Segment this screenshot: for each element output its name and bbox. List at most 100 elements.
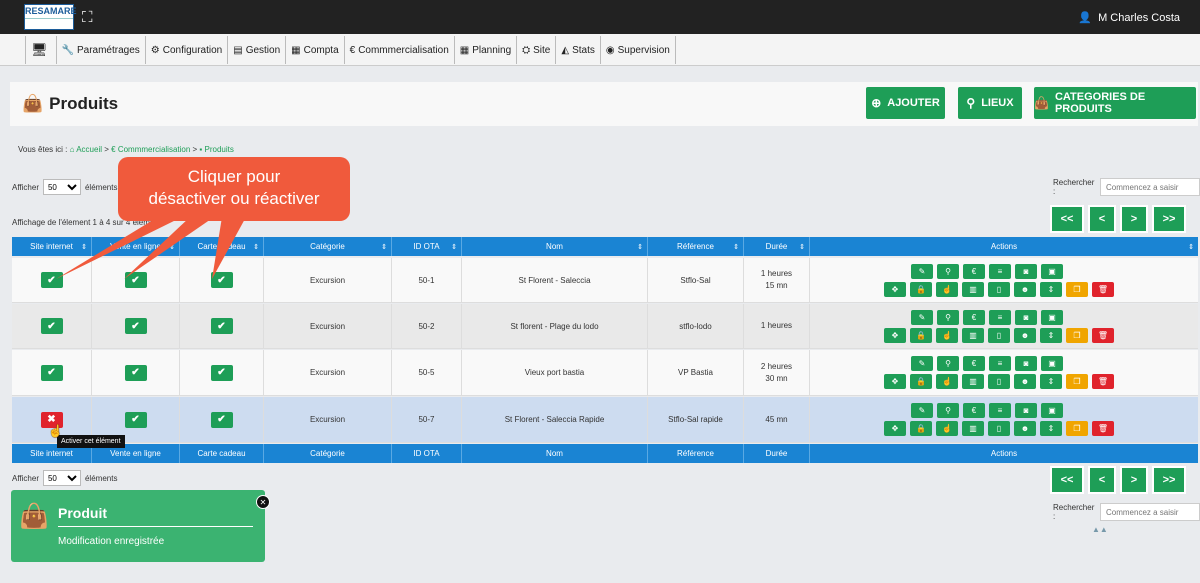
map-marker-button[interactable]: ⚲ [937, 309, 959, 325]
file-button[interactable]: ▯ [988, 281, 1010, 297]
vente-en-ligne-toggle[interactable]: ✔ [124, 318, 147, 334]
edit-button[interactable]: ✎ [911, 309, 933, 325]
vente-en-ligne-toggle[interactable]: ✔ [124, 411, 147, 428]
search-input[interactable] [1100, 503, 1200, 521]
hand-button[interactable]: ☝ [936, 374, 958, 389]
breadcrumb-section[interactable]: Commmercialisation [118, 145, 190, 154]
col-site[interactable]: Site internet ⇕ [12, 237, 92, 256]
lock-button[interactable]: 🔒 [910, 281, 932, 297]
copy-button[interactable]: ❐ [1066, 374, 1088, 389]
edit-button[interactable]: ✎ [911, 356, 933, 371]
users-button[interactable]: ☻ [1014, 327, 1036, 343]
menu-item-planning[interactable]: ▦ Planning [453, 36, 516, 64]
col-id[interactable]: ID OTA ⇕ [392, 237, 462, 256]
copy-button[interactable]: ❐ [1066, 421, 1088, 436]
first-page-button[interactable]: << [1050, 466, 1084, 494]
users-button[interactable]: ☻ [1014, 421, 1036, 436]
app-logo[interactable]: RESAMARE [24, 4, 77, 30]
euro-button[interactable]: € [963, 356, 985, 371]
euro-button[interactable]: € [963, 263, 985, 279]
sort-button[interactable]: ⇕ [1040, 421, 1062, 436]
close-icon[interactable]: ✕ [256, 495, 270, 509]
prev-page-button[interactable]: < [1088, 205, 1116, 233]
list-button[interactable]: ≡ [989, 356, 1011, 371]
site-internet-toggle[interactable]: ✔ [40, 272, 63, 288]
next-page-button[interactable]: > [1120, 205, 1148, 233]
move-button[interactable]: ✥ [884, 281, 906, 297]
search-input[interactable] [1100, 178, 1200, 196]
image-button[interactable]: ▣ [1041, 263, 1063, 279]
image-button[interactable]: ▣ [1041, 309, 1063, 325]
menu-item-supervision[interactable]: ◉ Supervision [599, 36, 676, 64]
menu-item-site[interactable]: ⛭ Site [516, 36, 555, 64]
image-button[interactable]: ▣ [1041, 403, 1063, 418]
col-nom[interactable]: Nom ⇕ [462, 237, 648, 256]
sort-button[interactable]: ⇕ [1040, 327, 1062, 343]
map-marker-button[interactable]: ⚲ [937, 263, 959, 279]
next-page-button[interactable]: > [1120, 466, 1148, 494]
users-button[interactable]: ☻ [1014, 281, 1036, 297]
move-button[interactable]: ✥ [884, 421, 906, 436]
menu-item-commercialisation[interactable]: € Commmercialisation [343, 36, 454, 64]
file-button[interactable]: ▯ [988, 421, 1010, 436]
first-page-button[interactable]: << [1050, 205, 1084, 233]
vente-en-ligne-toggle[interactable]: ✔ [124, 272, 147, 288]
trash-button[interactable]: 🗑 [1092, 281, 1114, 297]
col-duree[interactable]: Durée ⇕ [744, 237, 810, 256]
copy-button[interactable]: ❐ [1066, 327, 1088, 343]
edit-button[interactable]: ✎ [911, 403, 933, 418]
list-button[interactable]: ≡ [989, 263, 1011, 279]
lock-button[interactable]: 🔒 [910, 327, 932, 343]
last-page-button[interactable]: >> [1152, 205, 1186, 233]
camera-button[interactable]: ◙ [1015, 309, 1037, 325]
user-menu[interactable]: 👤 M Charles Costa [1078, 11, 1180, 24]
col-ref[interactable]: Référence ⇕ [648, 237, 744, 256]
camera-button[interactable]: ◙ [1015, 263, 1037, 279]
image-button[interactable]: ▣ [1041, 356, 1063, 371]
places-button[interactable]: ⚲ LIEUX [958, 87, 1022, 119]
menu-item-stats[interactable]: ◭ Stats [555, 36, 600, 64]
camera-button[interactable]: ◙ [1015, 356, 1037, 371]
hand-button[interactable]: ☝ [936, 281, 958, 297]
page-size-select[interactable]: 50 [42, 470, 81, 486]
camera-button[interactable]: ◙ [1015, 403, 1037, 418]
map-button[interactable]: ▥ [962, 374, 984, 389]
col-actions[interactable]: Actions ⇕ [810, 237, 1198, 256]
map-button[interactable]: ▥ [962, 421, 984, 436]
trash-button[interactable]: 🗑 [1092, 327, 1114, 343]
map-button[interactable]: ▥ [962, 281, 984, 297]
file-button[interactable]: ▯ [988, 327, 1010, 343]
euro-button[interactable]: € [963, 309, 985, 325]
menu-item-gestion[interactable]: ▤ Gestion [227, 36, 285, 64]
map-marker-button[interactable]: ⚲ [937, 356, 959, 371]
sort-button[interactable]: ⇕ [1040, 281, 1062, 297]
users-button[interactable]: ☻ [1014, 374, 1036, 389]
menu-item-configuration[interactable]: ⚙ Configuration [144, 36, 227, 64]
fullscreen-icon[interactable]: ⛶ [82, 10, 98, 26]
hand-button[interactable]: ☝ [936, 327, 958, 343]
site-internet-toggle[interactable]: ✔ [40, 318, 63, 334]
move-button[interactable]: ✥ [884, 327, 906, 343]
map-button[interactable]: ▥ [962, 327, 984, 343]
file-button[interactable]: ▯ [988, 374, 1010, 389]
page-size-select[interactable]: 50 [42, 179, 81, 195]
trash-button[interactable]: 🗑 [1092, 421, 1114, 436]
lock-button[interactable]: 🔒 [910, 421, 932, 436]
col-categorie[interactable]: Catégorie ⇕ [264, 237, 392, 256]
prev-page-button[interactable]: < [1088, 466, 1116, 494]
add-button[interactable]: ⊕ AJOUTER [866, 87, 945, 119]
trash-button[interactable]: 🗑 [1092, 374, 1114, 389]
menu-item-parametrages[interactable]: 🔧 Paramétrages [55, 36, 145, 64]
move-button[interactable]: ✥ [884, 374, 906, 389]
map-marker-button[interactable]: ⚲ [937, 403, 959, 418]
lock-button[interactable]: 🔒 [910, 374, 932, 389]
carte-cadeau-toggle[interactable]: ✔ [210, 411, 233, 428]
site-internet-toggle[interactable]: ✔ [40, 364, 63, 381]
breadcrumb-home[interactable]: Accueil [76, 145, 102, 154]
carte-cadeau-toggle[interactable]: ✔ [210, 318, 233, 334]
last-page-button[interactable]: >> [1152, 466, 1186, 494]
carte-cadeau-toggle[interactable]: ✔ [210, 364, 233, 381]
list-button[interactable]: ≡ [989, 309, 1011, 325]
list-button[interactable]: ≡ [989, 403, 1011, 418]
hand-button[interactable]: ☝ [936, 421, 958, 436]
